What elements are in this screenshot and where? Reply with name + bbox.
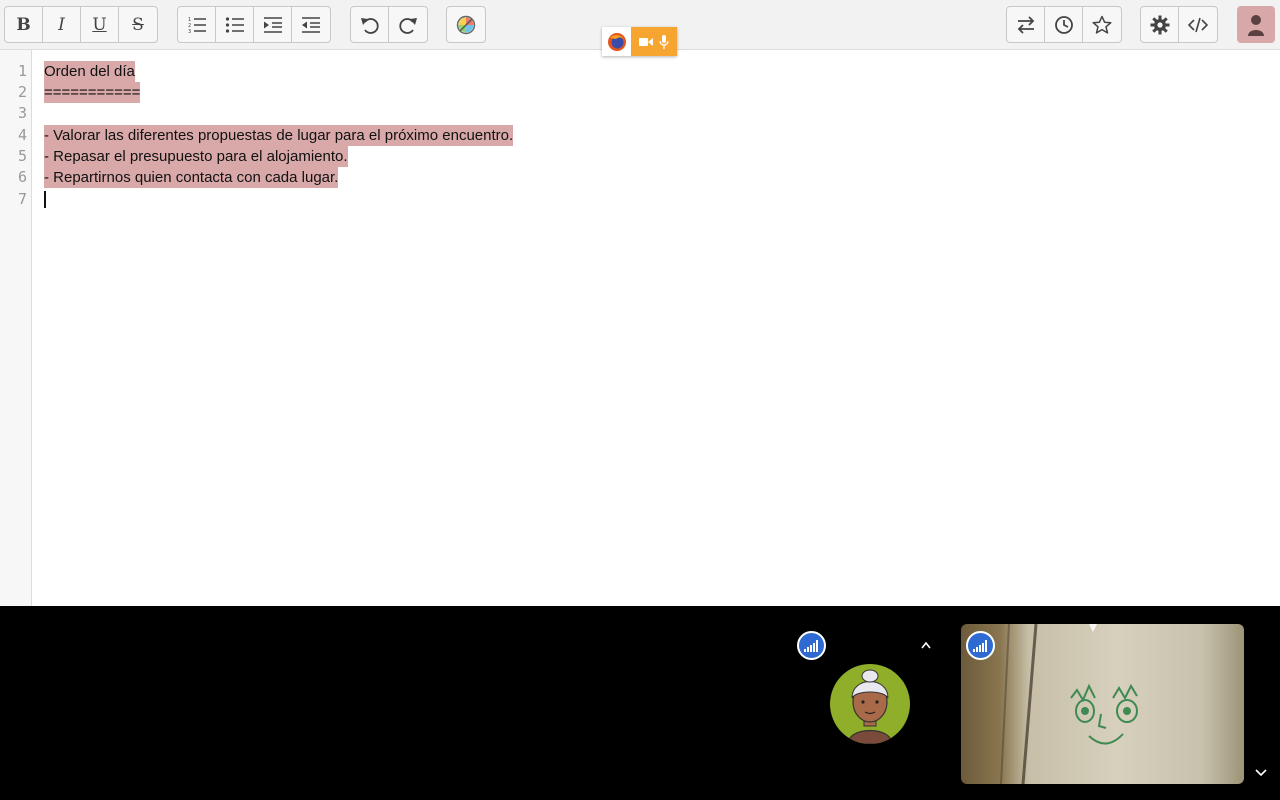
participant-avatar-icon [847, 669, 893, 744]
bullet-list-button[interactable] [216, 7, 254, 42]
star-icon [1092, 15, 1112, 34]
embed-code-button[interactable] [1179, 7, 1217, 42]
editor-line[interactable]: Orden del día [44, 61, 135, 82]
line-number: 1 [17, 62, 27, 80]
format-button-group: B I U S [4, 6, 158, 43]
underline-button[interactable]: U [81, 7, 119, 42]
editor-line[interactable]: - Valorar las diferentes propuestas de l… [44, 125, 514, 146]
participant-avatar[interactable] [830, 664, 910, 744]
line-number: 5 [17, 147, 27, 165]
settings-button[interactable] [1141, 7, 1179, 42]
redo-icon [399, 17, 417, 34]
bold-button[interactable]: B [5, 7, 43, 42]
bold-icon: B [16, 14, 31, 35]
settings-gear-icon [1150, 15, 1169, 34]
underline-icon: U [92, 14, 107, 35]
outdent-button[interactable] [292, 7, 330, 42]
italic-button[interactable]: I [43, 7, 81, 42]
strikethrough-button[interactable]: S [119, 7, 157, 42]
user-menu-button[interactable] [1237, 6, 1275, 43]
microphone-icon [659, 34, 669, 49]
text-editor[interactable]: 1 2 3 4 5 6 7 Orden del día =========== … [0, 50, 1280, 606]
editor-line[interactable]: =========== [44, 82, 141, 103]
svg-text:3: 3 [188, 29, 191, 35]
document-button-group [1006, 6, 1122, 43]
line-number-gutter: 1 2 3 4 5 6 7 [0, 50, 32, 606]
color-button-group [446, 6, 486, 43]
import-export-icon [1017, 15, 1034, 34]
embed-code-icon [1188, 17, 1208, 32]
line-number: 4 [17, 126, 27, 144]
text-cursor [44, 191, 46, 208]
favorite-button[interactable] [1083, 7, 1121, 42]
media-sharing-badge [631, 27, 677, 56]
browser-sharing-indicator[interactable] [602, 27, 677, 56]
line-number: 7 [17, 190, 27, 208]
connection-signal-icon[interactable] [797, 631, 826, 660]
video-feed-image [1000, 624, 1138, 784]
italic-icon: I [58, 14, 65, 35]
numbered-list-button[interactable]: 123 [178, 7, 216, 42]
indent-icon [263, 16, 282, 33]
history-button[interactable] [1045, 7, 1083, 42]
editor-line[interactable]: - Repasar el presupuesto para el alojami… [44, 146, 348, 167]
numbered-list-icon: 123 [188, 17, 206, 35]
undo-button[interactable] [351, 7, 389, 42]
line-number: 3 [17, 104, 27, 122]
outdent-icon [302, 16, 320, 33]
remote-video-tile[interactable] [961, 624, 1244, 784]
editor-line[interactable]: - Repartirnos quien contacta con cada lu… [44, 167, 339, 188]
caret-up-icon[interactable] [921, 636, 931, 652]
import-export-button[interactable] [1007, 7, 1045, 42]
chevron-down-icon[interactable] [1255, 764, 1267, 780]
strikethrough-icon: S [132, 14, 144, 35]
redo-button[interactable] [389, 7, 427, 42]
color-palette-icon [456, 15, 476, 34]
firefox-icon [607, 32, 626, 51]
undo-icon [360, 17, 379, 34]
user-avatar-icon [1248, 14, 1264, 36]
video-camera-icon [639, 37, 653, 46]
history-button-group [350, 6, 428, 43]
line-number: 2 [17, 83, 27, 101]
connection-signal-icon[interactable] [966, 631, 995, 660]
video-conference-bar [0, 606, 1280, 800]
history-clock-icon [1054, 15, 1073, 34]
indent-button[interactable] [254, 7, 292, 42]
settings-button-group [1140, 6, 1218, 43]
bullet-list-icon [225, 16, 244, 33]
color-button[interactable] [447, 7, 485, 42]
line-number: 6 [17, 168, 27, 186]
browser-icon-holder [602, 27, 631, 56]
list-button-group: 123 [177, 6, 331, 43]
